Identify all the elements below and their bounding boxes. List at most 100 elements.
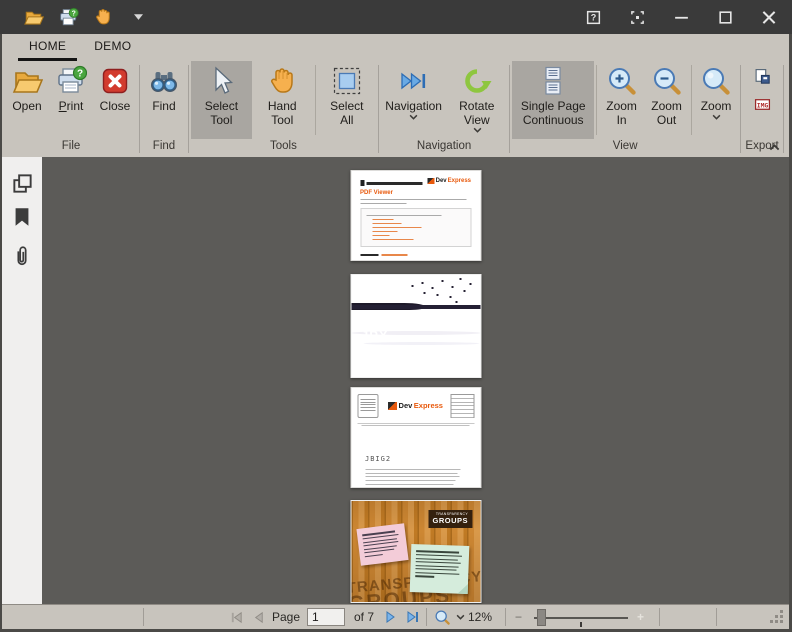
page-thumbnails-tab[interactable]: [10, 170, 34, 196]
resize-grip[interactable]: [770, 610, 784, 624]
zoom-button[interactable]: Zoom: [694, 61, 738, 139]
page-number-input[interactable]: [307, 608, 345, 626]
statusbar-separator: [659, 608, 660, 626]
svg-text:?: ?: [71, 10, 75, 17]
printer-icon: ?: [55, 65, 87, 97]
zoom-slider-plus[interactable]: +: [637, 605, 644, 629]
last-page-button[interactable]: [405, 605, 421, 629]
pink-sticky-note: [356, 523, 408, 566]
screen-capture-icon[interactable]: [628, 8, 646, 26]
zoom-slider-thumb[interactable]: [537, 609, 546, 626]
ribbon-tabs: HOME DEMO: [2, 34, 789, 61]
select-tool-button[interactable]: Select Tool: [191, 61, 252, 139]
title-bar: ? ?: [0, 0, 792, 34]
group-separator: [783, 65, 784, 153]
navigation-button[interactable]: Navigation: [381, 61, 446, 139]
hand-tool-icon[interactable]: [92, 6, 114, 28]
page-thumbnail-2[interactable]: JPX: [350, 274, 481, 378]
single-page-continuous-label: Single Page Continuous: [517, 99, 589, 127]
ribbon: HOME DEMO Open ? Print: [2, 34, 789, 157]
app-window: ? ?: [0, 0, 792, 632]
zoom-out-label: Zoom Out: [649, 99, 684, 127]
previous-page-icon: [251, 610, 266, 625]
birds: [411, 285, 413, 287]
group-caption-view: View: [512, 139, 738, 157]
minimize-icon[interactable]: [672, 8, 690, 26]
select-tool-label: Select Tool: [196, 99, 247, 127]
page-thumbnail-1[interactable]: DevExpress PDF Viewer: [350, 170, 481, 261]
next-page-button[interactable]: [383, 605, 399, 629]
zoom-in-label: Zoom In: [604, 99, 639, 127]
info-box: [357, 394, 378, 418]
group-caption-file: File: [5, 139, 137, 157]
rotate-view-button[interactable]: Rotate View: [446, 61, 507, 139]
zoom-menu-button[interactable]: [434, 605, 465, 629]
hand-icon: [266, 65, 298, 97]
print-button[interactable]: ? Print: [49, 61, 93, 139]
zoom-slider-track[interactable]: [534, 617, 628, 619]
statusbar-separator: [716, 608, 717, 626]
export-image-button[interactable]: IMG: [752, 95, 772, 113]
close-button[interactable]: Close: [93, 61, 137, 139]
zoom-out-button[interactable]: Zoom Out: [644, 61, 689, 139]
help-icon[interactable]: ?: [584, 8, 602, 26]
group-navigation: Navigation Rotate View Navigation: [381, 61, 507, 157]
magnifier-icon: [434, 609, 451, 626]
open-button[interactable]: Open: [5, 61, 49, 139]
binoculars-icon: [148, 65, 180, 97]
hand-tool-button[interactable]: Hand Tool: [252, 61, 313, 139]
window-controls: ?: [584, 8, 778, 26]
tab-home[interactable]: HOME: [18, 35, 77, 61]
devexpress-logo: DevExpress: [388, 401, 443, 410]
zoom-out-icon: [651, 65, 683, 97]
horizon-band: [351, 305, 480, 309]
page-thumbnail-3[interactable]: DevExpress JBIG2: [350, 387, 481, 488]
find-label: Find: [152, 99, 175, 113]
document-viewer[interactable]: DevExpress PDF Viewer: [42, 157, 789, 604]
page3-heading: JBIG2: [365, 455, 391, 463]
page1-heading: PDF Viewer: [360, 190, 471, 196]
zoom-slider-minus[interactable]: −: [515, 605, 522, 629]
cursor-icon: [205, 65, 237, 97]
open-folder-icon[interactable]: [22, 6, 44, 28]
select-all-icon: [331, 65, 363, 97]
maximize-icon[interactable]: [716, 8, 734, 26]
svg-text:?: ?: [77, 68, 83, 79]
page-thumbnail-4[interactable]: TRANSPARENCY GROUPS TRANSPARENCY GROUPS: [350, 500, 481, 603]
button-separator: [691, 65, 692, 135]
dropdown-arrow-icon[interactable]: [127, 6, 149, 28]
contents-table: [450, 394, 474, 418]
zoom-icon: [700, 65, 732, 97]
group-separator: [139, 65, 140, 153]
find-button[interactable]: Find: [142, 61, 186, 139]
print-preview-icon[interactable]: ?: [57, 6, 79, 28]
zoom-slider-tick: [580, 622, 582, 627]
previous-page-button[interactable]: [251, 605, 266, 629]
chevron-down-icon: [712, 114, 721, 120]
close-icon[interactable]: [760, 8, 778, 26]
navigation-pane: [2, 157, 42, 604]
button-separator: [315, 65, 316, 135]
single-page-continuous-button[interactable]: Single Page Continuous: [512, 61, 594, 139]
attachments-icon: [11, 243, 33, 269]
group-find: Find Find: [142, 61, 186, 157]
group-caption-navigation: Navigation: [381, 139, 507, 157]
export-image-icon: IMG: [754, 96, 771, 113]
first-page-button[interactable]: [229, 605, 244, 629]
collapse-ribbon-button[interactable]: [767, 141, 781, 153]
select-all-button[interactable]: Select All: [318, 61, 376, 139]
pages-icon: [537, 65, 569, 97]
hand-tool-label: Hand Tool: [257, 99, 308, 127]
tab-demo[interactable]: DEMO: [83, 35, 142, 61]
quick-access-toolbar: ?: [22, 6, 149, 28]
svg-text:IMG: IMG: [756, 101, 768, 109]
button-separator: [596, 65, 597, 135]
export-document-button[interactable]: [752, 67, 772, 85]
main-area: DevExpress PDF Viewer: [2, 157, 789, 604]
zoom-in-button[interactable]: Zoom In: [599, 61, 644, 139]
devexpress-flag-icon: [428, 178, 435, 184]
bookmarks-tab[interactable]: [10, 204, 34, 230]
window-frame: HOME DEMO Open ? Print: [0, 34, 792, 632]
attachments-tab[interactable]: [10, 243, 34, 269]
group-separator: [188, 65, 189, 153]
